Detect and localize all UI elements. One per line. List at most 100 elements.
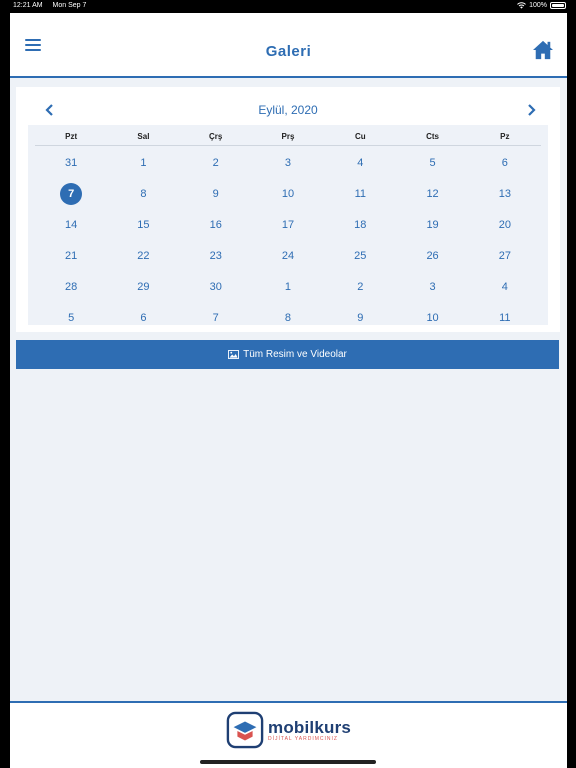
page-title: Galeri (265, 43, 312, 60)
calendar-day[interactable]: 4 (469, 271, 541, 302)
weekday-label: Pzt (65, 132, 78, 141)
calendar-day[interactable]: 30 (180, 271, 252, 302)
calendar-day-number: 12 (426, 187, 439, 200)
calendar-day[interactable]: 8 (252, 302, 324, 333)
next-month-chevron-icon[interactable] (524, 103, 538, 117)
calendar-day-number: 7 (60, 182, 83, 205)
calendar-day[interactable]: 3 (252, 147, 324, 178)
calendar-day-number: 3 (429, 280, 436, 293)
calendar-day[interactable]: 8 (107, 178, 179, 209)
month-label: Eylül, 2020 (258, 103, 318, 117)
calendar-day-number: 2 (212, 156, 219, 169)
calendar-day[interactable]: 25 (324, 240, 396, 271)
calendar-day[interactable]: 31 (35, 147, 107, 178)
calendar-day[interactable]: 1 (252, 271, 324, 302)
brand-logo: mobilkurs DİJİTAL YARDIMCINIZ (226, 711, 351, 749)
calendar-day[interactable]: 12 (396, 178, 468, 209)
calendar-day[interactable]: 21 (35, 240, 107, 271)
app-window: Galeri Eylül, 2020 Pzt Sal Çrş Prş Cu Ct… (10, 13, 567, 768)
calendar-day-number: 7 (212, 311, 219, 324)
calendar-day[interactable]: 4 (324, 147, 396, 178)
weekday-label: Sal (137, 132, 150, 141)
calendar-day[interactable]: 27 (469, 240, 541, 271)
calendar-day-number: 27 (498, 249, 511, 262)
weekday-header: Pzt Sal Çrş Prş Cu Cts Pz (35, 132, 541, 146)
weekday-label: Pz (500, 132, 510, 141)
calendar-day-number: 5 (429, 156, 436, 169)
calendar-grid: Pzt Sal Çrş Prş Cu Cts Pz 31 1 2 3 4 5 6 7 8 9 10 1… (28, 125, 548, 325)
calendar-day[interactable]: 2 (180, 147, 252, 178)
calendar-day-number: 8 (140, 187, 147, 200)
calendar-day-number: 20 (498, 218, 511, 231)
calendar-day-number: 6 (140, 311, 147, 324)
calendar-day-number: 6 (501, 156, 508, 169)
status-date: Mon Sep 7 (52, 2, 87, 9)
calendar-day-number: 24 (281, 249, 295, 262)
calendar-day[interactable]: 29 (107, 271, 179, 302)
calendar-day[interactable]: 15 (107, 209, 179, 240)
calendar-day-number: 9 (212, 187, 219, 200)
calendar-day[interactable]: 26 (396, 240, 468, 271)
weekday-label: Cu (354, 132, 366, 141)
calendar-day-number: 4 (357, 156, 364, 169)
all-media-button[interactable]: Tüm Resim ve Videolar (16, 340, 559, 369)
calendar-day-number: 14 (65, 218, 78, 231)
header: Galeri (10, 13, 567, 78)
calendar-day[interactable]: 5 (35, 302, 107, 333)
calendar-day[interactable]: 22 (107, 240, 179, 271)
calendar-day-number: 21 (65, 249, 78, 262)
calendar-day-number: 17 (281, 218, 295, 231)
home-icon[interactable] (532, 40, 554, 60)
calendar-day-number: 10 (281, 187, 295, 200)
calendar-day[interactable]: 3 (396, 271, 468, 302)
calendar-day[interactable]: 7 (180, 302, 252, 333)
status-right: 100% (517, 2, 566, 9)
calendar-day-number: 10 (426, 311, 439, 324)
calendar-day[interactable]: 6 (107, 302, 179, 333)
calendar-day[interactable]: 28 (35, 271, 107, 302)
calendar-day-number: 11 (354, 187, 366, 200)
calendar-day[interactable]: 13 (469, 178, 541, 209)
calendar-day[interactable]: 14 (35, 209, 107, 240)
calendar-day-number: 5 (68, 311, 75, 324)
battery-icon (550, 2, 566, 9)
home-indicator (200, 760, 376, 764)
calendar-day[interactable]: 5 (396, 147, 468, 178)
calendar-day-number: 11 (499, 311, 511, 324)
wifi-icon (517, 2, 526, 9)
menu-line (25, 39, 41, 41)
calendar-day-number: 25 (354, 249, 367, 262)
calendar-day[interactable]: 23 (180, 240, 252, 271)
calendar-day[interactable]: 9 (324, 302, 396, 333)
calendar-day[interactable]: 10 (396, 302, 468, 333)
calendar-day[interactable]: 16 (180, 209, 252, 240)
calendar-day-number: 9 (357, 311, 364, 324)
calendar-day[interactable]: 2 (324, 271, 396, 302)
brand-text: mobilkurs DİJİTAL YARDIMCINIZ (268, 719, 351, 742)
calendar-day-number: 23 (209, 249, 222, 262)
weekday-label: Cts (426, 132, 439, 141)
all-media-label: Tüm Resim ve Videolar (243, 349, 347, 360)
calendar-day-number: 18 (354, 218, 367, 231)
calendar-day[interactable]: 10 (252, 178, 324, 209)
calendar-day[interactable]: 17 (252, 209, 324, 240)
calendar-day[interactable]: 9 (180, 178, 252, 209)
calendar-day[interactable]: 11 (324, 178, 396, 209)
calendar-day[interactable]: 24 (252, 240, 324, 271)
calendar-day-number: 1 (140, 156, 147, 169)
calendar-day-number: 13 (498, 187, 511, 200)
calendar-day[interactable]: 20 (469, 209, 541, 240)
calendar-day-selected[interactable]: 7 (35, 178, 107, 209)
status-left: 12:21 AM Mon Sep 7 (13, 2, 94, 9)
calendar-days: 31 1 2 3 4 5 6 7 8 9 10 11 12 13 14 15 16 17 18 19 20 21 22 23 2… (35, 147, 541, 333)
calendar-day[interactable]: 11 (469, 302, 541, 333)
status-bar: 12:21 AM Mon Sep 7 100% (0, 0, 576, 13)
brand-name: mobilkurs (268, 717, 352, 737)
calendar-day-number: 2 (357, 280, 364, 293)
calendar-day[interactable]: 6 (469, 147, 541, 178)
calendar-day[interactable]: 19 (396, 209, 468, 240)
calendar-day[interactable]: 18 (324, 209, 396, 240)
calendar-day[interactable]: 1 (107, 147, 179, 178)
weekday-label: Çrş (209, 132, 223, 141)
calendar-day-number: 29 (137, 280, 150, 293)
